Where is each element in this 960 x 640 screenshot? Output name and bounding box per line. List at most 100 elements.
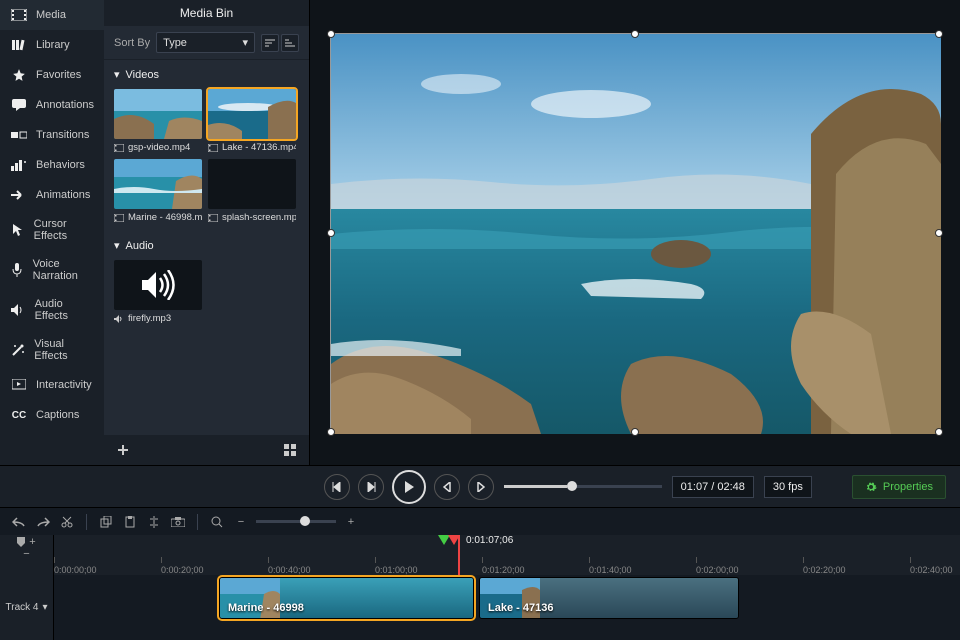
zoom-fit-button[interactable] <box>208 513 226 531</box>
resize-handle[interactable] <box>935 229 943 237</box>
undo-button[interactable] <box>10 513 28 531</box>
audio-thumb[interactable]: firefly.mp3 <box>114 260 202 324</box>
chevron-down-icon: ▾ <box>42 602 47 613</box>
fps-display[interactable]: 30 fps <box>764 476 812 498</box>
properties-button[interactable]: Properties <box>852 475 946 499</box>
sidebar-item-interactivity[interactable]: Interactivity <box>0 370 104 400</box>
copy-button[interactable] <box>97 513 115 531</box>
step-forward-button[interactable] <box>468 474 494 500</box>
behaviors-icon <box>10 158 28 172</box>
sidebar-item-audio-effects[interactable]: Audio Effects <box>0 290 104 330</box>
interactivity-icon <box>10 378 28 392</box>
sidebar-item-cursor-effects[interactable]: Cursor Effects <box>0 210 104 250</box>
sidebar-item-annotations[interactable]: Annotations <box>0 90 104 120</box>
timeline-clip[interactable]: Lake - 47136 <box>479 577 739 619</box>
sidebar-item-captions[interactable]: CC Captions <box>0 400 104 430</box>
video-thumb[interactable]: gsp-video.mp4 <box>114 89 202 153</box>
sidebar: Media Library Favorites Annotations Tran… <box>0 0 104 465</box>
sidebar-item-visual-effects[interactable]: Visual Effects <box>0 330 104 370</box>
thumb-label: Marine - 46998.mp4 <box>128 212 202 223</box>
timeline-tracks[interactable]: Marine - 46998 Lake - 47136 <box>54 575 960 640</box>
add-media-button[interactable] <box>114 441 132 459</box>
sidebar-item-voice-narration[interactable]: Voice Narration <box>0 250 104 290</box>
sidebar-item-label: Behaviors <box>36 159 85 171</box>
clip-label: Lake - 47136 <box>480 598 561 618</box>
prev-frame-button[interactable] <box>324 474 350 500</box>
video-thumb[interactable]: Marine - 46998.mp4 <box>114 159 202 223</box>
thumb-label: Lake - 47136.mp4 <box>222 142 296 153</box>
video-thumb[interactable]: splash-screen.mp4 <box>208 159 296 223</box>
ruler-tick: 0:02:20;00 <box>803 565 846 575</box>
section-label: Audio <box>126 240 154 252</box>
sidebar-item-media[interactable]: Media <box>0 0 104 30</box>
cut-button[interactable] <box>58 513 76 531</box>
sort-asc-button[interactable] <box>261 34 279 52</box>
ruler-tick: 0:01:00;00 <box>375 565 418 575</box>
redo-button[interactable] <box>34 513 52 531</box>
playback-bar: 01:07 / 02:48 30 fps Properties <box>0 465 960 507</box>
section-label: Videos <box>126 69 159 81</box>
sidebar-item-label: Annotations <box>36 99 94 111</box>
sidebar-item-library[interactable]: Library <box>0 30 104 60</box>
track-add-remove: + − <box>0 535 53 559</box>
thumb-label: firefly.mp3 <box>128 313 171 324</box>
preview-canvas[interactable] <box>330 33 940 433</box>
mic-icon <box>10 263 25 277</box>
audio-icon <box>114 315 124 323</box>
ruler-tick: 0:01:40;00 <box>589 565 632 575</box>
resize-handle[interactable] <box>327 30 335 38</box>
captions-icon: CC <box>10 408 28 422</box>
animations-icon <box>10 188 28 202</box>
resize-handle[interactable] <box>631 428 639 436</box>
resize-handle[interactable] <box>327 428 335 436</box>
sidebar-item-label: Cursor Effects <box>34 218 94 242</box>
timeline-clip[interactable]: Marine - 46998 <box>219 577 474 619</box>
marker-icon[interactable] <box>17 537 25 547</box>
play-button[interactable] <box>392 470 426 504</box>
transport-controls <box>324 470 494 504</box>
next-frame-button[interactable] <box>358 474 384 500</box>
zoom-out-button[interactable]: − <box>232 513 250 531</box>
videos-grid: gsp-video.mp4 Lake - 47136.mp4 Marine - … <box>104 89 309 231</box>
sort-desc-button[interactable] <box>281 34 299 52</box>
zoom-slider[interactable] <box>256 520 336 523</box>
section-videos-header[interactable]: ▾ Videos <box>104 60 309 89</box>
video-thumb[interactable]: Lake - 47136.mp4 <box>208 89 296 153</box>
sort-bar: Sort By Type ▾ <box>104 26 309 60</box>
sidebar-item-animations[interactable]: Animations <box>0 180 104 210</box>
properties-label: Properties <box>883 481 933 493</box>
track-label[interactable]: Track 4 ▾ <box>0 575 53 640</box>
chevron-down-icon: ▾ <box>242 36 248 49</box>
timeline-ruler[interactable]: 0:01:07;06 0:00:00;000:00:20;000:00:40;0… <box>54 535 960 575</box>
section-audio-header[interactable]: ▾ Audio <box>104 231 309 260</box>
star-icon <box>10 68 28 82</box>
resize-handle[interactable] <box>631 30 639 38</box>
thumb-label: splash-screen.mp4 <box>222 212 296 223</box>
zoom-controls: − + <box>208 513 360 531</box>
media-bin-panel: Media Bin Sort By Type ▾ ▾ Videos <box>104 0 310 465</box>
add-track-button[interactable]: + <box>29 536 35 548</box>
zoom-in-button[interactable]: + <box>342 513 360 531</box>
transitions-icon <box>10 128 28 142</box>
sidebar-item-transitions[interactable]: Transitions <box>0 120 104 150</box>
resize-handle[interactable] <box>935 428 943 436</box>
grid-view-button[interactable] <box>281 441 299 459</box>
resize-handle[interactable] <box>935 30 943 38</box>
video-icon <box>208 144 218 152</box>
sidebar-item-behaviors[interactable]: Behaviors <box>0 150 104 180</box>
screenshot-button[interactable] <box>169 513 187 531</box>
timeline-track-headers: + − Track 4 ▾ <box>0 535 54 640</box>
ruler-tick: 0:00:00;00 <box>54 565 97 575</box>
panel-title: Media Bin <box>104 0 309 26</box>
split-button[interactable] <box>145 513 163 531</box>
scrub-bar[interactable] <box>504 485 662 488</box>
sort-value: Type <box>163 37 187 49</box>
sidebar-item-favorites[interactable]: Favorites <box>0 60 104 90</box>
ruler-tick: 0:00:40;00 <box>268 565 311 575</box>
sidebar-item-label: Audio Effects <box>35 298 94 322</box>
sort-dropdown[interactable]: Type ▾ <box>156 32 255 53</box>
caret-down-icon: ▾ <box>114 68 120 81</box>
paste-button[interactable] <box>121 513 139 531</box>
resize-handle[interactable] <box>327 229 335 237</box>
step-back-button[interactable] <box>434 474 460 500</box>
